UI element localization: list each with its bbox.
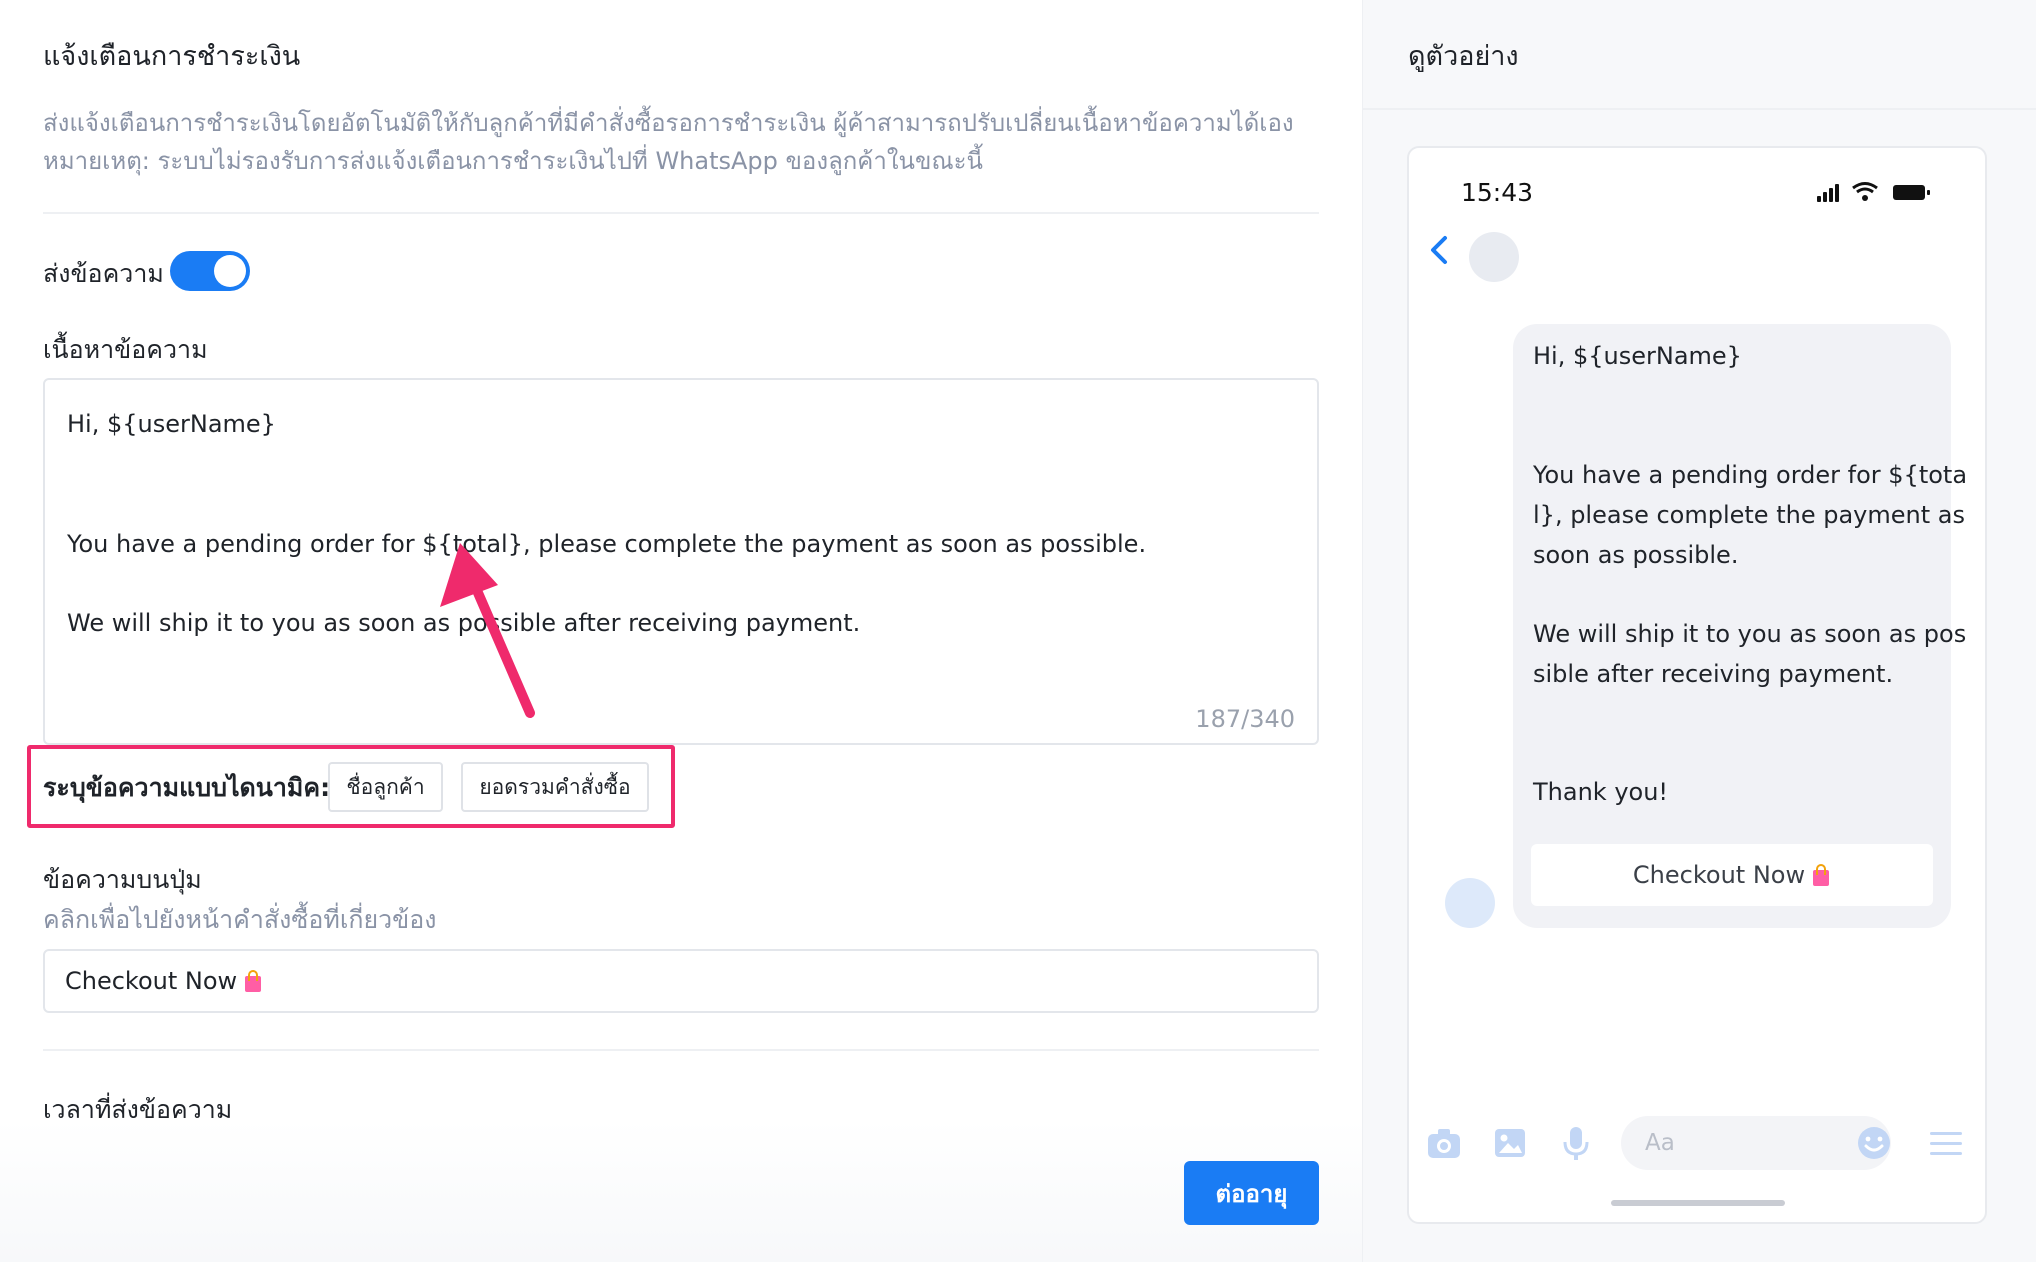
settings-panel: แจ้งเตือนการชำระเงิน ส่งแจ้งเตือนการชำระ… bbox=[0, 0, 1362, 1262]
toggle-knob bbox=[214, 255, 246, 287]
home-indicator bbox=[1611, 1200, 1785, 1206]
page-description: ส่งแจ้งเตือนการชำระเงินโดยอัตโนมัติให้กั… bbox=[43, 104, 1323, 180]
cta-label: Checkout Now bbox=[1632, 861, 1806, 889]
content-label: เนื้อหาข้อความ bbox=[43, 335, 208, 364]
footer-bar bbox=[0, 1120, 1362, 1262]
image-icon[interactable] bbox=[1491, 1124, 1529, 1162]
character-counter: 187/340 bbox=[1195, 705, 1295, 733]
divider bbox=[43, 1049, 1319, 1051]
send-message-toggle[interactable] bbox=[170, 251, 250, 291]
phone-mockup: 15:43 Hi, ${userName} You have a pending… bbox=[1407, 146, 1987, 1224]
message-content-textarea[interactable]: Hi, ${userName} You have a pending order… bbox=[43, 378, 1319, 745]
menu-icon[interactable] bbox=[1927, 1124, 1965, 1162]
avatar bbox=[1445, 878, 1495, 928]
button-text-input[interactable]: Checkout Now bbox=[43, 949, 1319, 1013]
status-icons bbox=[1817, 182, 1930, 202]
bubble-line: Hi, ${userName} bbox=[1533, 342, 1742, 370]
wifi-icon bbox=[1852, 182, 1878, 201]
page-title: แจ้งเตือนการชำระเงิน bbox=[43, 41, 301, 72]
message-line: Hi, ${userName} bbox=[67, 410, 276, 438]
status-time: 15:43 bbox=[1461, 178, 1534, 207]
button-text-value: Checkout Now bbox=[65, 967, 238, 995]
send-message-label: ส่งข้อความ bbox=[43, 259, 164, 288]
bubble-line: sible after receiving payment. bbox=[1533, 660, 1894, 688]
emoji-icon[interactable] bbox=[1855, 1124, 1893, 1162]
button-text-hint: คลิกเพื่อไปยังหน้าคำสั่งซื้อที่เกี่ยวข้อ… bbox=[43, 905, 437, 934]
battery-icon bbox=[1893, 185, 1930, 200]
dynamic-fields-label: ระบุข้อความแบบไดนามิค: bbox=[43, 773, 331, 802]
bubble-line: You have a pending order for ${tota bbox=[1533, 461, 1968, 489]
customer-name-chip[interactable]: ชื่อลูกค้า bbox=[328, 762, 443, 812]
back-chevron-icon[interactable] bbox=[1427, 232, 1451, 268]
shopping-bag-icon bbox=[1811, 864, 1831, 886]
avatar bbox=[1469, 232, 1519, 282]
shopping-bag-icon bbox=[243, 970, 263, 992]
message-composer: Aa bbox=[1409, 1108, 1985, 1178]
order-total-chip[interactable]: ยอดรวมคำสั่งซื้อ bbox=[461, 762, 649, 812]
bubble-line: We will ship it to you as soon as pos bbox=[1533, 620, 1967, 648]
preview-panel: ดูตัวอย่าง 15:43 Hi, ${userName} You hav… bbox=[1362, 0, 2036, 1262]
divider bbox=[1363, 108, 2036, 110]
message-line: You have a pending order for ${total}, p… bbox=[67, 530, 1147, 558]
description-line: ส่งแจ้งเตือนการชำระเงินโดยอัตโนมัติให้กั… bbox=[43, 109, 1294, 137]
checkout-now-button[interactable]: Checkout Now bbox=[1531, 844, 1933, 906]
bubble-line: soon as possible. bbox=[1533, 541, 1739, 569]
button-text-label: ข้อความบนปุ่ม bbox=[43, 865, 202, 894]
preview-title: ดูตัวอย่าง bbox=[1408, 41, 1519, 72]
signal-icon bbox=[1817, 184, 1839, 202]
divider bbox=[43, 212, 1319, 214]
bubble-line: Thank you! bbox=[1533, 778, 1669, 806]
microphone-icon[interactable] bbox=[1557, 1124, 1595, 1162]
description-note: หมายเหตุ: ระบบไม่รองรับการส่งแจ้งเตือนกา… bbox=[43, 147, 983, 175]
arrow-annotation-icon bbox=[440, 543, 535, 718]
composer-input[interactable]: Aa bbox=[1621, 1116, 1891, 1170]
continue-button[interactable]: ต่ออายุ bbox=[1184, 1161, 1319, 1225]
message-bubble: Hi, ${userName} You have a pending order… bbox=[1513, 324, 1967, 928]
camera-icon[interactable] bbox=[1425, 1124, 1463, 1162]
bubble-line: l}, please complete the payment as bbox=[1533, 501, 1965, 529]
